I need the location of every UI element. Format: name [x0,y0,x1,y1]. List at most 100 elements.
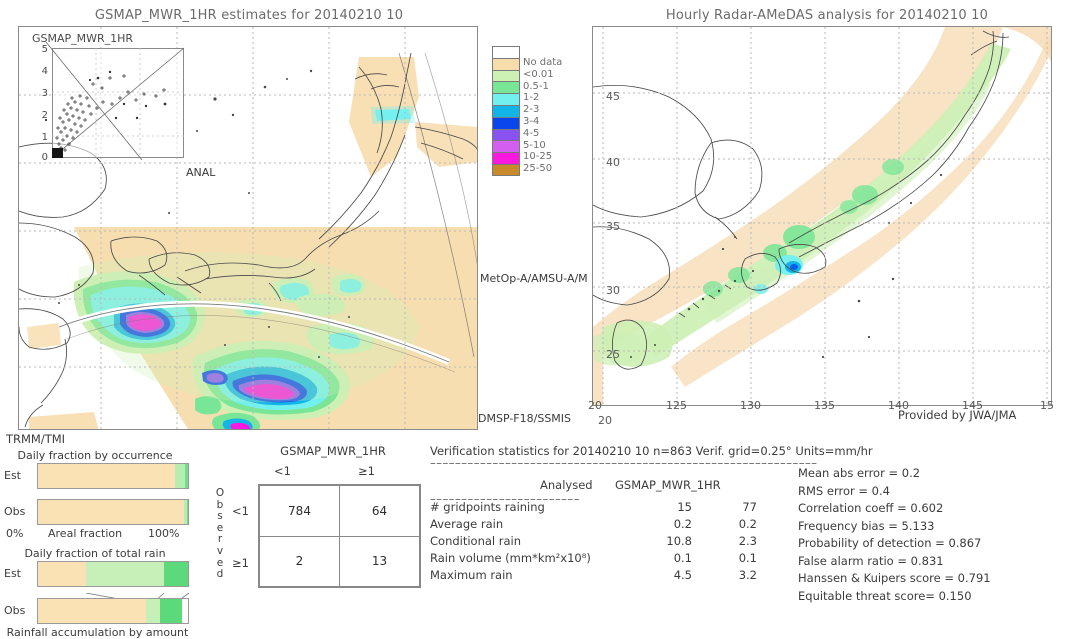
verification-header: Verification statistics for 20140210 10 … [430,444,873,458]
colorbar-swatch-8 [492,140,520,153]
left-panel-title: GSMAP_MWR_1HR estimates for 20140210 10 [94,8,404,23]
total-rain-obs-seg-0 [38,599,146,623]
ytick-20: 20 [598,414,612,427]
list-item: Maximum rain 4.5 3.2 [430,568,800,585]
occurrence-axis-center: Areal fraction [48,527,123,540]
score-equitable-threat: Equitable threat score= 0.150 [798,588,972,603]
inset-ytick-5: 5 [41,44,48,55]
colorbar-swatch-7 [492,128,520,141]
verification-score-list: Mean abs error = 0.2 RMS error = 0.4 Cor… [798,466,991,606]
verification-row-1-name: Average rain [430,517,504,531]
contingency-cell-hit-miss-10: 2 [259,535,340,587]
verification-row-2-name: Conditional rain [430,534,522,548]
occurrence-axis-left: 0% [6,527,24,540]
occurrence-est-seg-0 [38,464,175,488]
right-map-graphics [593,27,1051,405]
colorbar-labels: No data <0.01 0.5-1 1-2 2-3 3-4 4-5 5-10… [523,57,562,175]
colorbar-label-1-2: 1-2 [523,92,540,104]
contingency-colhead-ge1: ≥1 [358,464,375,478]
verification-row-3-model: 0.1 [738,551,757,565]
total-rain-est-seg-1 [86,562,164,586]
colorbar-label-no-data: No data [523,57,563,68]
ytick-35: 35 [606,220,620,233]
verification-row-1-model: 0.2 [738,517,757,531]
verification-row-0-name: # gridpoints raining [430,500,545,514]
xtick-120: 20 [588,399,602,412]
colorbar-label-3-4: 3-4 [523,115,540,127]
verification-row-4-analysed: 4.5 [673,568,692,582]
verification-row-2-analysed: 10.8 [666,534,692,548]
table-row: 2 13 [259,535,420,587]
verification-row-3-analysed: 0.1 [673,551,692,565]
contingency-observed-axis-label: Observed [215,487,225,581]
fraction-charts-block: TRMM/TMI Daily fraction by occurrence Es… [0,432,200,639]
list-item: Rain volume (mm*km²x10⁸) 0.1 0.1 [430,551,800,568]
provider-credit: Provided by JWA/JMA [898,408,1017,422]
occurrence-est-key: Est [4,469,21,482]
total-rain-obs-seg-2 [159,599,182,623]
occurrence-est-seg-2 [185,464,188,488]
verification-row-4-name: Maximum rain [430,568,513,582]
occurrence-obs-bar [37,499,189,525]
score-mean-abs-error: Mean abs error = 0.2 [798,466,921,480]
inset-ytick-0: 0 [41,152,48,163]
occurrence-obs-key: Obs [4,505,26,518]
inset-ytick-4: 4 [41,66,48,77]
verification-row-3-name: Rain volume (mm*km²x10⁸) [430,551,591,565]
colorbar-swatch-6 [492,116,520,129]
occurrence-obs-seg-0 [38,500,184,524]
verification-statistics: Verification statistics for 20140210 10 … [430,444,1080,603]
xtick-150: 15 [1040,399,1054,412]
contingency-rowhead-ge1: ≥1 [232,556,249,570]
occurrence-est-seg-1 [174,464,185,488]
xtick-125: 125 [666,399,687,412]
score-rms-error: RMS error = 0.4 [798,483,890,498]
total-rain-chart-title: Daily fraction of total rain [24,547,166,560]
inset-scatter-plot[interactable]: GSMAP_MWR_1HR 5 4 3 2 1 0 [22,32,188,163]
colorbar-label-5-10: 5-10 [523,139,546,151]
colorbar-label-10-25: 10-25 [523,151,553,163]
colorbar-swatch-0 [492,46,520,58]
anal-annotation: ANAL [186,166,216,179]
contingency-table: GSMAP_MWR_1HR <1 ≥1 Observed <1 ≥1 784 6… [196,444,426,588]
contingency-colhead-lt1: <1 [274,464,291,478]
total-rain-obs-bar [37,598,189,624]
colorbar-swatch-10 [492,163,520,176]
total-rain-est-bar [37,561,189,587]
colorbar-swatch-2 [492,69,520,82]
right-panel-title: Hourly Radar-AMeDAS analysis for 2014021… [665,8,989,23]
total-rain-obs-seg-1 [146,599,160,623]
verification-row-0-model: 77 [742,500,757,514]
xtick-130: 130 [740,399,761,412]
ytick-30: 30 [606,284,620,297]
verification-row-1-analysed: 0.2 [673,517,692,531]
contingency-grid: 784 64 2 13 [258,484,421,588]
score-frequency-bias: Frequency bias = 5.133 [798,518,935,533]
occurrence-axis-right: 100% [148,527,180,540]
ytick-25: 25 [606,348,620,361]
occurrence-row-est: Est [0,463,200,489]
total-rain-est-seg-2 [164,562,188,586]
radar-amedas-map[interactable] [592,26,1052,406]
verification-row-0-analysed: 15 [677,500,692,514]
contingency-body: Observed <1 ≥1 784 64 2 13 [196,484,426,588]
colorbar-label-lt001: <0.01 [523,68,554,80]
ytick-40: 40 [606,156,620,169]
total-rain-footer: Rainfall accumulation by amount [6,626,189,639]
colorbar-swatch-4 [492,93,520,105]
xtick-135: 135 [814,399,835,412]
inset-ytick-3: 3 [41,88,48,99]
score-probability-detection: Probability of detection = 0.867 [798,536,982,550]
list-item: # gridpoints raining 15 77 [430,500,800,517]
contingency-model-name: GSMAP_MWR_1HR [280,444,386,458]
dmsp-sensor-annotation: DMSP-F18/SSMIS [478,412,572,425]
total-rain-est-key: Est [4,567,21,580]
inset-ytick-1: 1 [41,132,48,143]
colorbar-label-2-3: 2-3 [523,104,540,116]
colorbar-label-25-50: 25-50 [523,163,553,175]
verification-col-analysed: Analysed [540,478,593,492]
total-rain-est-seg-0 [38,562,86,586]
score-hanssen-kuipers: Hanssen & Kuipers score = 0.791 [798,571,991,585]
score-false-alarm-ratio: False alarm ratio = 0.831 [798,553,944,568]
total-rain-row-est: Est [0,561,200,587]
